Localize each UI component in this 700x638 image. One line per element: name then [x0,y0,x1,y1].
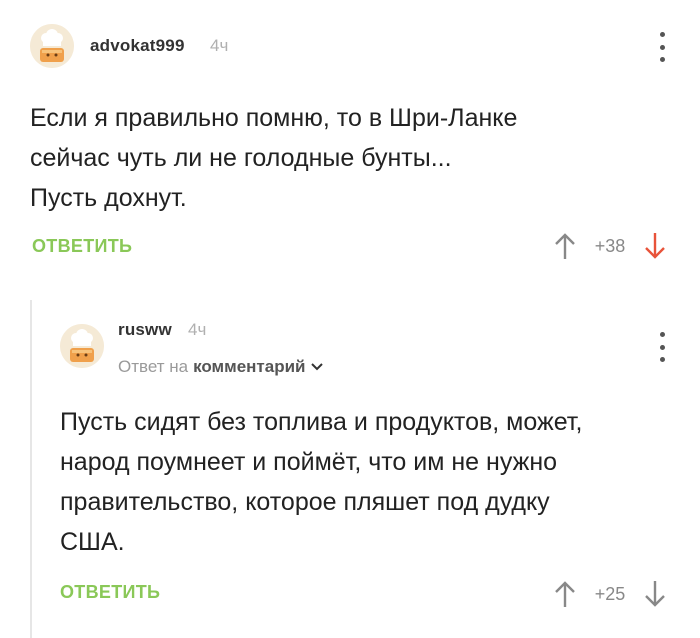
comment-text: Пусть сидят без топлива и продуктов, мож… [60,402,680,562]
rating-score: +25 [594,583,626,604]
vote-controls: +25 [550,578,670,610]
comment-line: Пусть сидят без топлива и продуктов, мож… [60,408,583,436]
more-menu-icon[interactable] [652,332,672,362]
reply-to-link[interactable]: Ответ на комментарий [118,357,324,377]
comment-line: США. [60,528,125,556]
comment-line: правительство, которое пляшет под дудку [60,488,550,516]
arrow-up-icon[interactable] [550,578,580,610]
reply-comment: rusww 4ч Ответ на комментарий Пусть сидя… [0,0,700,638]
reply-to-target[interactable]: комментарий [193,357,305,377]
reply-to-prefix: Ответ на [118,357,189,376]
timestamp: 4ч [188,320,207,339]
chevron-down-icon[interactable] [310,362,324,372]
arrow-down-icon[interactable] [640,578,670,610]
username[interactable]: rusww [118,320,172,340]
comment-line: народ поумнеет и поймёт, что им не нужно [60,448,558,476]
chef-avatar-icon [60,324,104,368]
avatar[interactable] [60,324,104,368]
reply-button[interactable]: ОТВЕТИТЬ [60,582,160,603]
